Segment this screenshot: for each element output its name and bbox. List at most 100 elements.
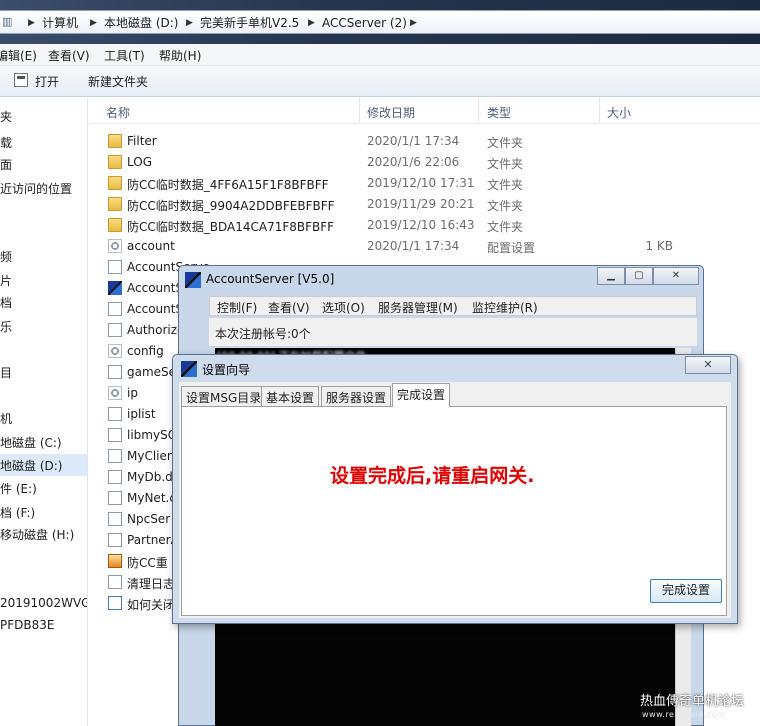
- breadcrumb-drive-d[interactable]: 本地磁盘 (D:): [104, 14, 178, 32]
- file-icon: [108, 260, 122, 274]
- nav-item-drive-e[interactable]: 件 (E:): [0, 480, 37, 497]
- column-name[interactable]: 名称: [106, 104, 130, 121]
- file-name: MyClien: [127, 449, 175, 463]
- breadcrumb-folder[interactable]: 完美新手单机V2.5: [200, 14, 299, 32]
- nav-item[interactable]: 夹: [0, 108, 12, 125]
- app-icon: [185, 272, 201, 288]
- nav-item[interactable]: 载: [0, 134, 12, 151]
- tab-basic-settings[interactable]: 基本设置: [261, 386, 320, 406]
- menu-monitoring[interactable]: 监控维护(R): [472, 299, 538, 316]
- breadcrumb-computer[interactable]: 计算机: [42, 14, 78, 32]
- nav-item-music[interactable]: 乐: [0, 318, 12, 335]
- nav-item-drive-d[interactable]: 地磁盘 (D:): [0, 454, 87, 476]
- file-name: ip: [127, 386, 138, 400]
- list-item[interactable]: 防CC临时数据_4FF6A15F1F8BFBFF 2019/12/10 17:31…: [100, 173, 760, 194]
- dialog-title: 设置向导: [202, 363, 251, 377]
- watermark-url: www.rexuexia.com: [642, 710, 726, 719]
- close-button[interactable]: ✕: [685, 356, 731, 374]
- tab-server-settings[interactable]: 服务器设置: [321, 386, 392, 406]
- breadcrumb-separator[interactable]: ▶: [90, 14, 97, 32]
- new-folder-button[interactable]: 新建文件夹: [88, 73, 148, 90]
- menu-help[interactable]: 帮助(H): [159, 47, 201, 64]
- nav-item-network-pc[interactable]: PFDB83E: [0, 618, 54, 632]
- menu-view[interactable]: 查看(V): [48, 47, 90, 64]
- file-name: gameSe: [127, 365, 177, 379]
- column-date[interactable]: 修改日期: [367, 104, 415, 121]
- breadcrumb-separator[interactable]: ▶: [186, 14, 193, 32]
- app-icon: [181, 361, 197, 377]
- accountserver-titlebar[interactable]: AccountServer [V5.0] ▁ ▢ ✕: [179, 266, 703, 294]
- folder-icon: [108, 176, 122, 190]
- nav-item[interactable]: 目: [0, 364, 12, 381]
- file-size: 1 KB: [645, 239, 673, 253]
- list-item[interactable]: account 2020/1/1 17:34 配置设置 1 KB: [100, 236, 760, 257]
- breadcrumb-separator[interactable]: ▶: [308, 14, 315, 32]
- nav-item-drive-f[interactable]: 档 (F:): [0, 504, 35, 521]
- app-icon: [108, 281, 122, 295]
- tab-panel: 设置完成后,请重启网关. 完成设置: [181, 406, 727, 616]
- menu-tools[interactable]: 工具(T): [104, 47, 145, 64]
- file-type: 文件夹: [487, 157, 524, 171]
- file-icon: [108, 575, 122, 589]
- list-item[interactable]: 防CC临时数据_9904A2DDBFEBFBFF 2019/11/29 20:21…: [100, 194, 760, 215]
- window-title: AccountServer [V5.0]: [206, 272, 335, 286]
- file-name: 防CC临时数据_4FF6A15F1F8BFBFF: [127, 178, 329, 192]
- file-name: 防CC临时数据_BDA14CA71F8BFBFF: [127, 220, 335, 234]
- folder-icon: [108, 155, 122, 169]
- file-icon: [108, 302, 122, 316]
- file-icon: [108, 491, 122, 505]
- column-divider[interactable]: [478, 98, 479, 124]
- settings-wizard-dialog[interactable]: 设置向导 ✕ 设置MSG目录 基本设置 服务器设置 完成设置 设置完成后,请重启…: [172, 354, 738, 624]
- tab-msg-directory[interactable]: 设置MSG目录: [181, 386, 267, 406]
- menu-server-management[interactable]: 服务器管理(M): [378, 299, 458, 316]
- file-icon: [108, 365, 122, 379]
- nav-item-recent-places[interactable]: 近访问的位置: [0, 180, 72, 197]
- nav-item-videos[interactable]: 频: [0, 248, 12, 265]
- nav-item-pictures[interactable]: 片: [0, 272, 12, 289]
- nav-item[interactable]: 面: [0, 156, 12, 173]
- breadcrumb-separator[interactable]: ▶: [410, 14, 417, 32]
- file-name: Filter: [127, 134, 157, 148]
- close-button[interactable]: ✕: [653, 267, 699, 285]
- nav-item-documents[interactable]: 档: [0, 294, 12, 311]
- file-date: 2020/1/6 22:06: [367, 155, 460, 169]
- maximize-button[interactable]: ▢: [625, 267, 653, 285]
- navigation-pane[interactable]: 夹 载 面 近访问的位置 频 片 档 乐 目 机 地磁盘 (C:) 地磁盘 (D…: [0, 98, 88, 726]
- breadcrumb-current[interactable]: ACCServer (2): [322, 14, 407, 32]
- file-icon: [108, 428, 122, 442]
- nav-item-network-pc[interactable]: 20191002WVG: [0, 596, 87, 610]
- file-icon: [108, 470, 122, 484]
- column-type[interactable]: 类型: [487, 104, 511, 121]
- file-name: config: [127, 344, 164, 358]
- nav-item-drive-h[interactable]: 移动磁盘 (H:): [0, 526, 74, 543]
- folder-icon: [108, 218, 122, 232]
- file-icon: [108, 533, 122, 547]
- list-item[interactable]: LOG 2020/1/6 22:06 文件夹: [100, 152, 760, 173]
- open-icon: [14, 73, 28, 87]
- file-type: 文件夹: [487, 199, 524, 213]
- nav-item-drive-c[interactable]: 地磁盘 (C:): [0, 434, 62, 451]
- column-header: 名称 修改日期 类型 大小: [90, 98, 760, 124]
- nav-item-computer[interactable]: 机: [0, 410, 12, 427]
- file-date: 2019/12/10 17:31: [367, 176, 475, 190]
- file-icon: [108, 512, 122, 526]
- open-button[interactable]: 打开: [35, 73, 59, 90]
- tab-finish-settings[interactable]: 完成设置: [392, 383, 451, 407]
- menu-view[interactable]: 查看(V): [268, 299, 310, 316]
- address-bar[interactable]: ▥ ▶ 计算机 ▶ 本地磁盘 (D:) ▶ 完美新手单机V2.5 ▶ ACCSe…: [0, 10, 760, 34]
- menu-control[interactable]: 控制(F): [217, 299, 257, 316]
- file-name: 清理日志: [127, 577, 176, 591]
- list-item[interactable]: Filter 2020/1/1 17:34 文件夹: [100, 131, 760, 152]
- menu-edit[interactable]: 编辑(E): [0, 47, 37, 64]
- column-divider[interactable]: [359, 98, 360, 124]
- finish-settings-button[interactable]: 完成设置: [650, 579, 722, 603]
- column-divider[interactable]: [599, 98, 600, 124]
- column-size[interactable]: 大小: [607, 104, 631, 121]
- folder-icon: [108, 134, 122, 148]
- menu-options[interactable]: 选项(O): [322, 299, 365, 316]
- breadcrumb-separator[interactable]: ▶: [28, 14, 35, 32]
- wizard-body: 设置MSG目录 基本设置 服务器设置 完成设置 设置完成后,请重启网关. 完成设…: [179, 382, 731, 618]
- list-item[interactable]: 防CC临时数据_BDA14CA71F8BFBFF 2019/12/10 16:43…: [100, 215, 760, 236]
- minimize-button[interactable]: ▁: [597, 267, 625, 285]
- settings-file-icon: [108, 344, 122, 358]
